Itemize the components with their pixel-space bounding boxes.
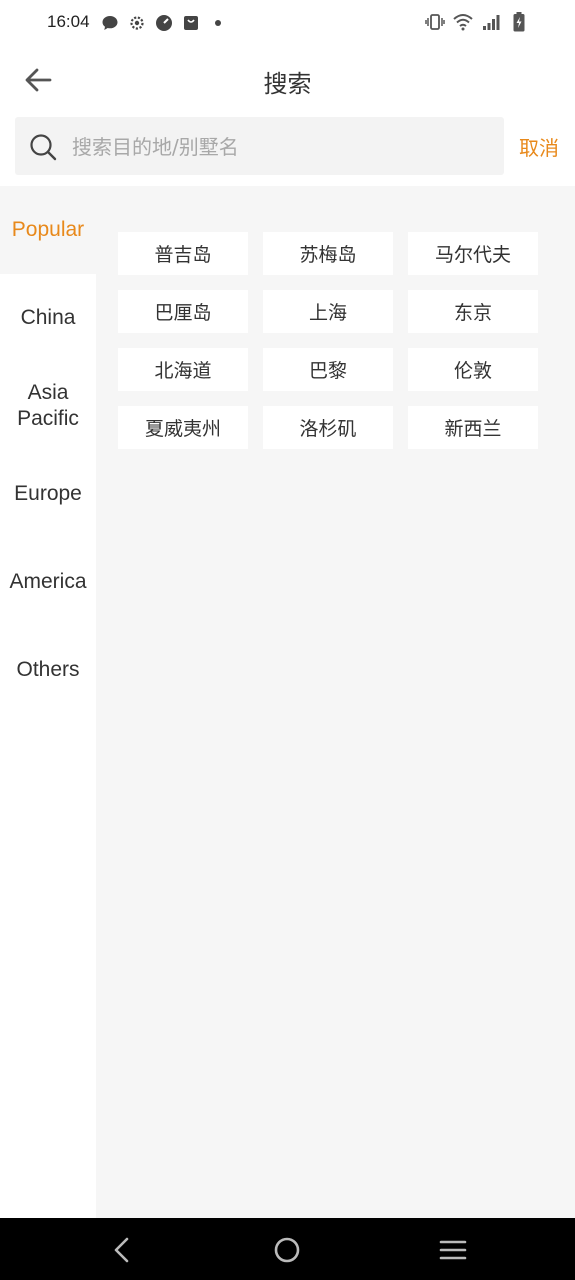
destination-chip[interactable]: 巴黎 bbox=[263, 348, 393, 391]
destination-chip[interactable]: 巴厘岛 bbox=[118, 290, 248, 333]
search-input[interactable] bbox=[70, 117, 494, 177]
sidebar-item-popular[interactable]: Popular bbox=[0, 186, 96, 274]
content: Popular China Asia Pacific Europe Americ… bbox=[0, 186, 575, 1218]
sidebar-item-others[interactable]: Others bbox=[0, 626, 96, 714]
battery-charging-icon bbox=[509, 12, 529, 32]
nav-menu-icon[interactable] bbox=[437, 1234, 469, 1266]
region-sidebar: Popular China Asia Pacific Europe Americ… bbox=[0, 186, 96, 1218]
search-row: 取消 bbox=[0, 114, 575, 186]
system-nav-bar bbox=[0, 1218, 575, 1280]
destination-chip[interactable]: 北海道 bbox=[118, 348, 248, 391]
destination-chip[interactable]: 普吉岛 bbox=[118, 232, 248, 275]
status-bar: 16:04 bbox=[0, 0, 575, 46]
shopping-bag-icon bbox=[181, 13, 201, 33]
destination-chip[interactable]: 洛杉矶 bbox=[263, 406, 393, 449]
speedometer-icon bbox=[154, 13, 174, 33]
nav-back-icon[interactable] bbox=[106, 1234, 138, 1266]
settings-gear-icon bbox=[127, 13, 147, 33]
destination-chip[interactable]: 苏梅岛 bbox=[263, 232, 393, 275]
signal-icon bbox=[481, 12, 501, 32]
search-icon bbox=[29, 133, 57, 161]
sidebar-item-china[interactable]: China bbox=[0, 274, 96, 362]
sidebar-item-europe[interactable]: Europe bbox=[0, 450, 96, 538]
message-icon bbox=[100, 13, 120, 33]
page-title: 搜索 bbox=[263, 70, 312, 98]
destination-grid: 普吉岛 苏梅岛 马尔代夫 巴厘岛 上海 东京 北海道 巴黎 伦敦 夏威夷州 洛杉… bbox=[118, 232, 548, 449]
header: 搜索 bbox=[0, 46, 575, 114]
status-time: 16:04 bbox=[47, 12, 90, 31]
wifi-icon bbox=[453, 12, 473, 32]
cancel-button[interactable]: 取消 bbox=[519, 132, 559, 161]
destination-chip[interactable]: 马尔代夫 bbox=[408, 232, 538, 275]
destination-chip[interactable]: 东京 bbox=[408, 290, 538, 333]
nav-home-icon[interactable] bbox=[271, 1234, 303, 1266]
destination-chip[interactable]: 新西兰 bbox=[408, 406, 538, 449]
search-box[interactable] bbox=[15, 117, 504, 177]
destination-chip[interactable]: 上海 bbox=[263, 290, 393, 333]
destination-chip[interactable]: 伦敦 bbox=[408, 348, 538, 391]
destination-chip[interactable]: 夏威夷州 bbox=[118, 406, 248, 449]
sidebar-item-asia-pacific[interactable]: Asia Pacific bbox=[0, 362, 96, 450]
vibrate-icon bbox=[425, 12, 445, 32]
sidebar-item-america[interactable]: America bbox=[0, 538, 96, 626]
dot-icon bbox=[208, 13, 228, 33]
destination-panel: 普吉岛 苏梅岛 马尔代夫 巴厘岛 上海 东京 北海道 巴黎 伦敦 夏威夷州 洛杉… bbox=[96, 186, 575, 1218]
